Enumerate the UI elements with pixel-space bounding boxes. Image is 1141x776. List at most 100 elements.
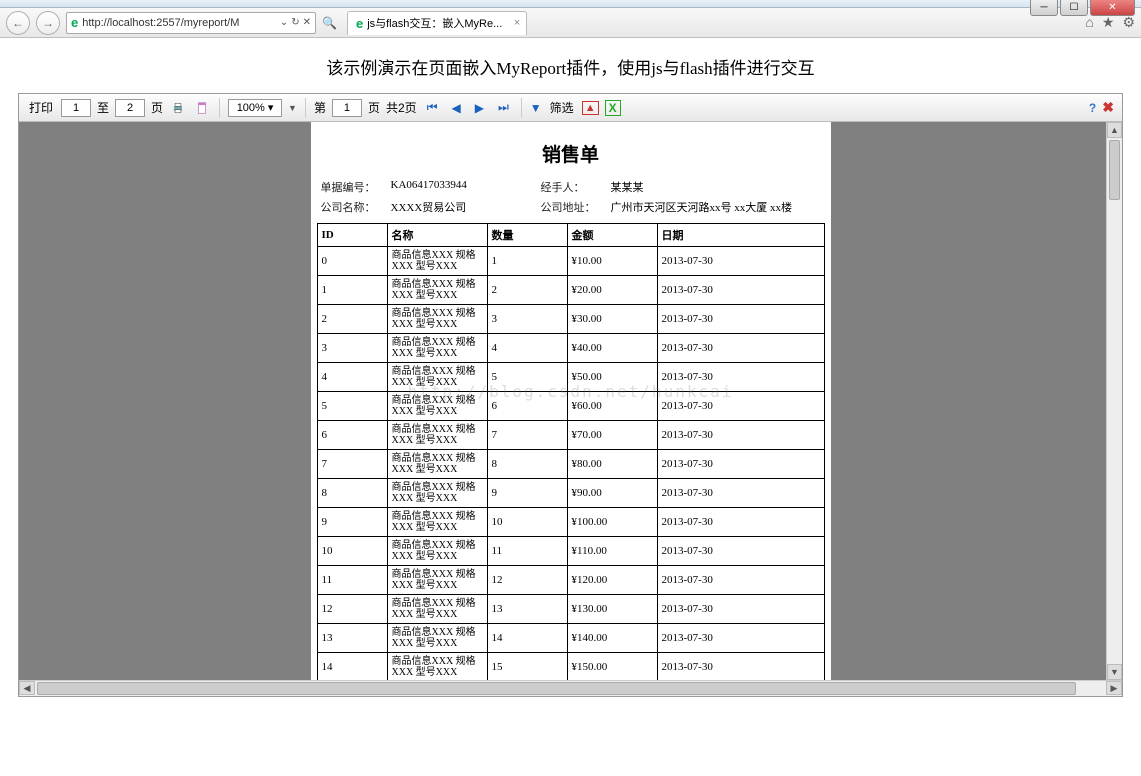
- window-titlebar: ─ ☐ ✕: [0, 0, 1141, 8]
- cell-id: 1: [317, 276, 387, 305]
- cell-qty: 15: [487, 653, 567, 681]
- filter-button[interactable]: 筛选: [548, 97, 576, 118]
- cell-name: 商品信息XXX 规格XXX 型号XXX: [387, 334, 487, 363]
- cell-name: 商品信息XXX 规格XXX 型号XXX: [387, 276, 487, 305]
- home-icon[interactable]: ⌂: [1085, 14, 1093, 31]
- cell-name: 商品信息XXX 规格XXX 型号XXX: [387, 363, 487, 392]
- col-name: 名称: [387, 224, 487, 247]
- cell-date: 2013-07-30: [657, 537, 824, 566]
- cell-qty: 12: [487, 566, 567, 595]
- cell-qty: 10: [487, 508, 567, 537]
- table-row: 5商品信息XXX 规格XXX 型号XXX6¥60.002013-07-30: [317, 392, 824, 421]
- goto-page-input[interactable]: [332, 99, 362, 117]
- help-icon[interactable]: ?: [1089, 101, 1096, 115]
- total-pages-label: 共2页: [386, 99, 417, 116]
- cell-amount: ¥110.00: [567, 537, 657, 566]
- report-table: ID 名称 数量 金额 日期 0商品信息XXX 规格XXX 型号XXX1¥10.…: [317, 223, 825, 680]
- cell-date: 2013-07-30: [657, 421, 824, 450]
- filter-icon[interactable]: ▼: [530, 101, 542, 115]
- print-button[interactable]: 打印: [27, 97, 55, 118]
- cell-name: 商品信息XXX 规格XXX 型号XXX: [387, 392, 487, 421]
- horizontal-scrollbar[interactable]: ◀ ▶: [19, 680, 1122, 696]
- print-to-input[interactable]: [115, 99, 145, 117]
- cell-name: 商品信息XXX 规格XXX 型号XXX: [387, 653, 487, 681]
- cell-amount: ¥100.00: [567, 508, 657, 537]
- cell-date: 2013-07-30: [657, 566, 824, 595]
- page-setup-icon[interactable]: [193, 99, 211, 117]
- prev-page-icon[interactable]: ◀: [448, 101, 465, 115]
- cell-amount: ¥40.00: [567, 334, 657, 363]
- report-page: 销售单 单据编号： KA06417033944 经手人： 某某某 公司名称： X…: [311, 122, 831, 680]
- cell-date: 2013-07-30: [657, 450, 824, 479]
- goto-label: 第: [314, 99, 326, 116]
- scroll-down-icon[interactable]: ▼: [1107, 664, 1122, 680]
- tab-favicon: e: [356, 16, 363, 31]
- scroll-up-icon[interactable]: ▲: [1107, 122, 1122, 138]
- scroll-left-icon[interactable]: ◀: [19, 681, 35, 695]
- cell-amount: ¥130.00: [567, 595, 657, 624]
- handler-value: 某某某: [611, 179, 821, 195]
- tools-icon[interactable]: ⚙: [1122, 14, 1135, 31]
- page-heading: 该示例演示在页面嵌入MyReport插件，使用js与flash插件进行交互: [0, 38, 1141, 93]
- cell-amount: ¥50.00: [567, 363, 657, 392]
- table-row: 4商品信息XXX 规格XXX 型号XXX5¥50.002013-07-30: [317, 363, 824, 392]
- cell-id: 0: [317, 247, 387, 276]
- cell-id: 5: [317, 392, 387, 421]
- cell-id: 3: [317, 334, 387, 363]
- cell-amount: ¥10.00: [567, 247, 657, 276]
- cell-id: 9: [317, 508, 387, 537]
- zoom-select[interactable]: 100% ▾: [228, 99, 282, 117]
- table-row: 11商品信息XXX 规格XXX 型号XXX12¥120.002013-07-30: [317, 566, 824, 595]
- cell-amount: ¥60.00: [567, 392, 657, 421]
- stop-icon[interactable]: ✕: [303, 17, 311, 28]
- cell-id: 11: [317, 566, 387, 595]
- back-button[interactable]: ←: [6, 11, 30, 35]
- forward-button[interactable]: →: [36, 11, 60, 35]
- hscroll-thumb[interactable]: [37, 682, 1076, 695]
- print-from-input[interactable]: [61, 99, 91, 117]
- scroll-thumb[interactable]: [1109, 140, 1120, 200]
- window-close-button[interactable]: ✕: [1090, 0, 1135, 16]
- cell-qty: 2: [487, 276, 567, 305]
- table-row: 0商品信息XXX 规格XXX 型号XXX1¥10.002013-07-30: [317, 247, 824, 276]
- zoom-dropdown-icon[interactable]: ▼: [288, 103, 297, 113]
- last-page-icon[interactable]: ⏭: [494, 100, 513, 115]
- col-date: 日期: [657, 224, 824, 247]
- cell-date: 2013-07-30: [657, 653, 824, 681]
- cell-id: 2: [317, 305, 387, 334]
- cell-qty: 14: [487, 624, 567, 653]
- cell-name: 商品信息XXX 规格XXX 型号XXX: [387, 450, 487, 479]
- handler-label: 经手人：: [541, 179, 601, 195]
- first-page-icon[interactable]: ⏮: [423, 100, 442, 115]
- address-label: 公司地址：: [541, 199, 601, 215]
- browser-tab[interactable]: e js与flash交互：嵌入MyRe... ×: [347, 11, 527, 35]
- favorites-icon[interactable]: ★: [1102, 14, 1115, 31]
- cell-name: 商品信息XXX 规格XXX 型号XXX: [387, 247, 487, 276]
- export-pdf-icon[interactable]: ▲: [582, 101, 599, 115]
- cell-date: 2013-07-30: [657, 595, 824, 624]
- vertical-scrollbar[interactable]: ▲ ▼: [1106, 122, 1122, 680]
- cell-amount: ¥120.00: [567, 566, 657, 595]
- cell-id: 7: [317, 450, 387, 479]
- refresh-icon[interactable]: ↻: [291, 17, 299, 28]
- export-excel-icon[interactable]: X: [605, 100, 621, 116]
- window-minimize-button[interactable]: ─: [1030, 0, 1058, 16]
- window-maximize-button[interactable]: ☐: [1060, 0, 1088, 16]
- report-meta: 单据编号： KA06417033944 经手人： 某某某 公司名称： XXXX贸…: [311, 175, 831, 223]
- cell-qty: 5: [487, 363, 567, 392]
- close-viewer-icon[interactable]: ✖: [1102, 99, 1114, 116]
- search-icon[interactable]: 🔍: [322, 16, 337, 30]
- address-bar[interactable]: e http://localhost:2557/myreport/M ⌄ ↻ ✕: [66, 12, 316, 34]
- browser-nav-bar: ← → e http://localhost:2557/myreport/M ⌄…: [0, 8, 1141, 38]
- cell-id: 10: [317, 537, 387, 566]
- scroll-right-icon[interactable]: ▶: [1106, 681, 1122, 695]
- next-page-icon[interactable]: ▶: [471, 101, 488, 115]
- cell-id: 8: [317, 479, 387, 508]
- tab-close-icon[interactable]: ×: [514, 17, 520, 29]
- table-row: 7商品信息XXX 规格XXX 型号XXX8¥80.002013-07-30: [317, 450, 824, 479]
- cell-qty: 13: [487, 595, 567, 624]
- search-dropdown-icon[interactable]: ⌄: [280, 17, 288, 28]
- cell-id: 12: [317, 595, 387, 624]
- printer-icon[interactable]: [169, 99, 187, 117]
- cell-name: 商品信息XXX 规格XXX 型号XXX: [387, 479, 487, 508]
